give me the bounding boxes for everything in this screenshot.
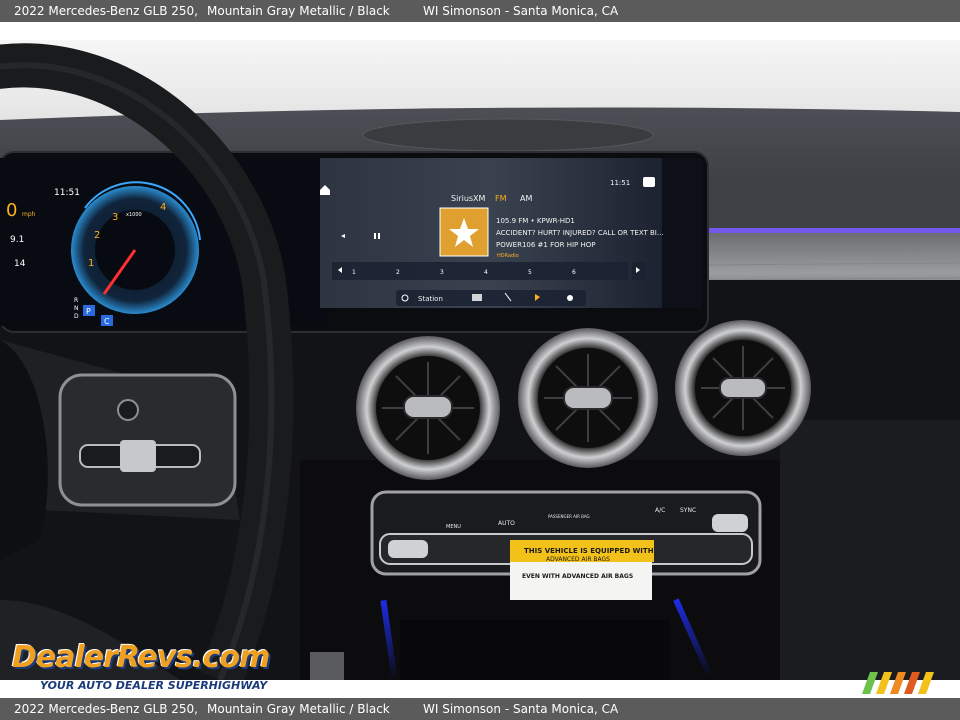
station-button[interactable]: Station xyxy=(418,295,443,303)
cluster-odometer: 9.1 xyxy=(10,235,24,245)
message-icon[interactable] xyxy=(643,177,655,187)
airbag-label-line2: ADVANCED AIR BAGS xyxy=(546,556,610,563)
gauge-mark-3: 3 xyxy=(112,212,118,223)
airbag-label-line3: EVEN WITH ADVANCED AIR BAGS xyxy=(522,573,633,580)
preset-button[interactable]: 1 xyxy=(352,269,356,276)
cluster-trip: 14 xyxy=(14,259,26,269)
gear-n: N xyxy=(74,305,79,312)
caption-color-bottom: Mountain Gray Metallic / Black xyxy=(207,702,390,716)
station-name: 105.9 FM • KPWR-HD1 xyxy=(496,217,575,225)
preset-button[interactable]: 4 xyxy=(484,269,488,276)
settings-gear-icon[interactable] xyxy=(567,295,573,301)
play-pause-icon[interactable] xyxy=(374,233,380,239)
caption-model: 2022 Mercedes-Benz GLB 250, xyxy=(14,4,198,18)
screen-time: 11:51 xyxy=(610,179,630,187)
preset-button[interactable]: 6 xyxy=(572,269,576,276)
caption-dealer-bottom: WI Simonson - Santa Monica, CA xyxy=(423,702,619,716)
caption-dealer: WI Simonson - Santa Monica, CA xyxy=(423,4,619,18)
gauge-mark-4: 4 xyxy=(160,202,166,213)
prev-icon[interactable] xyxy=(341,234,345,238)
caption-bar-top: 2022 Mercedes-Benz GLB 250, Mountain Gra… xyxy=(0,0,960,22)
source-label: SiriusXM xyxy=(451,194,486,203)
preset-button[interactable]: 3 xyxy=(440,269,444,276)
radio-text-line1: ACCIDENT? HURT? INJURED? CALL OR TEXT BI… xyxy=(496,229,664,237)
gear-d: D xyxy=(74,313,79,320)
stripes-logo-icon xyxy=(862,672,934,694)
cluster-speed-unit: mph xyxy=(22,211,36,218)
screen-overlay: 11:51 0 mph 9.1 14 2 3 1 4 x1000 R N D P… xyxy=(6,177,696,580)
climate-sync-label[interactable]: SYNC xyxy=(680,507,696,514)
climate-auto-label[interactable]: AUTO xyxy=(498,520,515,527)
dashboard-photo: 11:51 0 mph 9.1 14 2 3 1 4 x1000 R N D P… xyxy=(0,40,960,680)
list-icon[interactable] xyxy=(472,294,482,301)
station-logo-star-icon xyxy=(439,207,489,257)
dealerrevs-tagline: YOUR AUTO DEALER SUPERHIGHWAY xyxy=(40,679,268,692)
radio-text-line2: POWER106 #1 FOR HIP HOP xyxy=(496,241,595,249)
gauge-mark-1: 1 xyxy=(88,258,94,269)
passenger-airbag-label: PASSENGER AIR BAG xyxy=(548,514,590,519)
hd-radio-label: HDRadio xyxy=(497,253,519,259)
preset-button[interactable]: 5 xyxy=(528,269,532,276)
cluster-speed: 0 xyxy=(6,200,17,221)
gear-p: P xyxy=(86,307,91,316)
airbag-label-line1: THIS VEHICLE IS EQUIPPED WITH xyxy=(524,547,654,555)
band-am[interactable]: AM xyxy=(520,194,532,203)
climate-menu-label[interactable]: MENU xyxy=(446,524,461,530)
home-icon[interactable] xyxy=(320,185,330,195)
preset-button[interactable]: 2 xyxy=(396,269,400,276)
drive-mode: C xyxy=(104,317,110,326)
preset-bar xyxy=(332,262,628,280)
band-fm[interactable]: FM xyxy=(495,194,507,203)
climate-ac-label[interactable]: A/C xyxy=(655,507,665,514)
caption-bar-bottom: 2022 Mercedes-Benz GLB 250, Mountain Gra… xyxy=(0,698,960,720)
caption-color: Mountain Gray Metallic / Black xyxy=(207,4,390,18)
dealerrevs-logo: DealerRevs.com xyxy=(12,640,270,675)
caption-model-bottom: 2022 Mercedes-Benz GLB 250, xyxy=(14,702,198,716)
gear-r: R xyxy=(74,297,78,304)
rpm-label: x1000 xyxy=(126,212,142,218)
gauge-mark-2: 2 xyxy=(94,230,100,241)
cluster-time: 11:51 xyxy=(54,188,80,198)
